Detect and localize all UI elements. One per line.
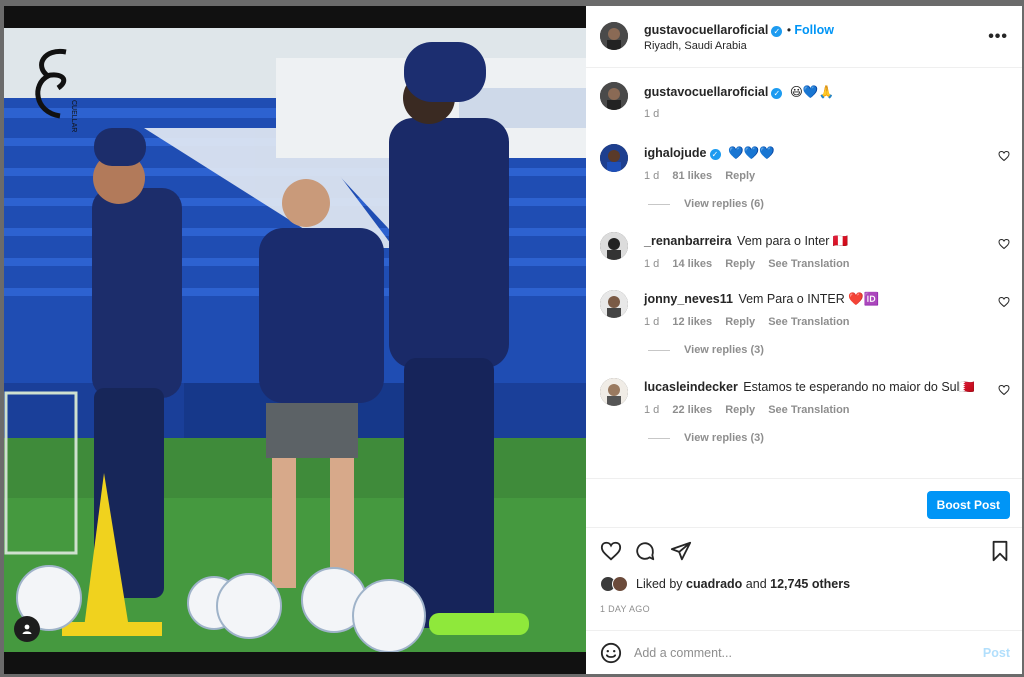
comment-text: Vem para o Inter 🇵🇪: [737, 234, 849, 248]
brand-mark: CUELLAR: [70, 100, 77, 132]
follow-button[interactable]: Follow: [794, 23, 834, 37]
comment-text: 💙💙💙: [727, 146, 775, 160]
reply-button[interactable]: Reply: [725, 258, 755, 270]
comment-time[interactable]: 1 d: [644, 404, 659, 416]
liked-by-prefix: Liked by: [636, 577, 683, 591]
see-translation-button[interactable]: See Translation: [768, 316, 849, 328]
see-translation-button[interactable]: See Translation: [768, 404, 849, 416]
verified-badge-icon: ✓: [771, 88, 783, 99]
like-comment-heart-icon[interactable]: [998, 296, 1010, 308]
view-replies-label: View replies (6): [684, 198, 764, 210]
emoji-icon[interactable]: [600, 642, 622, 664]
tagged-people-icon[interactable]: [14, 616, 40, 642]
comment-time[interactable]: 1 d: [644, 258, 659, 270]
comment-avatar[interactable]: [600, 378, 628, 406]
comment-likes[interactable]: 14 likes: [672, 258, 712, 270]
post-photo[interactable]: CUELLAR: [4, 28, 586, 652]
letterbox-bottom: [4, 652, 586, 674]
comment-avatar[interactable]: [600, 144, 628, 172]
view-replies-button[interactable]: View replies (3): [648, 432, 764, 444]
comment-input[interactable]: Add a comment...: [634, 646, 732, 660]
post-comment-button[interactable]: Post: [983, 646, 1010, 660]
comment-text: Vem Para o INTER ❤️🆔: [738, 292, 880, 306]
liked-by-user[interactable]: cuadrado: [686, 577, 742, 591]
comment-likes[interactable]: 12 likes: [672, 316, 712, 328]
caption-text: 😃💙🙏: [789, 85, 835, 99]
liked-by-others[interactable]: 12,745 others: [770, 577, 850, 591]
post-location[interactable]: Riyadh, Saudi Arabia: [644, 40, 747, 52]
comment-text: Estamos te esperando no maior do Sul🇧🇭: [743, 380, 975, 394]
comment-username[interactable]: lucasleindecker: [644, 380, 738, 394]
view-replies-button[interactable]: View replies (6): [648, 198, 764, 210]
comment-username[interactable]: _renanbarreira: [644, 234, 732, 248]
replies-line: [648, 349, 670, 351]
post-header: gustavocuellaroficial ✓ • Follow Riyadh, …: [586, 6, 1022, 68]
reply-button[interactable]: Reply: [725, 316, 755, 328]
comment-time[interactable]: 1 d: [644, 170, 659, 182]
comment-likes[interactable]: 22 likes: [672, 404, 712, 416]
comment-username[interactable]: jonny_neves11: [644, 292, 733, 306]
boost-post-button[interactable]: Boost Post: [926, 491, 1010, 519]
post-details-panel: gustavocuellaroficial ✓ • Follow Riyadh, …: [586, 6, 1022, 674]
comment-icon[interactable]: [634, 540, 656, 562]
author-username[interactable]: gustavocuellaroficial: [644, 23, 768, 37]
caption-avatar[interactable]: [600, 82, 628, 110]
post-actions: [586, 536, 1022, 570]
instagram-post-modal: CUELLAR gustavocuellaroficial ✓ • Follow …: [0, 0, 1024, 677]
like-comment-heart-icon[interactable]: [998, 238, 1010, 250]
view-replies-label: View replies (3): [684, 432, 764, 444]
comment-likes[interactable]: 81 likes: [672, 170, 712, 182]
caption-username[interactable]: gustavocuellaroficial: [644, 85, 768, 99]
comment-avatar[interactable]: [600, 290, 628, 318]
liker-avatars: [600, 576, 630, 592]
caption-time[interactable]: 1 d: [644, 108, 659, 120]
like-comment-heart-icon[interactable]: [998, 384, 1010, 396]
reply-button[interactable]: Reply: [725, 170, 755, 182]
view-replies-button[interactable]: View replies (3): [648, 344, 764, 356]
comments-list[interactable]: gustavocuellaroficial ✓ 😃💙🙏 1 d ighalojud…: [586, 68, 1022, 468]
liked-by-middle: and: [745, 577, 767, 591]
comment-time[interactable]: 1 d: [644, 316, 659, 328]
view-replies-label: View replies (3): [684, 344, 764, 356]
add-comment-bar: Add a comment... Post: [586, 630, 1022, 674]
boost-section: Boost Post: [586, 478, 1022, 528]
save-bookmark-icon[interactable]: [990, 540, 1010, 562]
replies-line: [648, 437, 670, 439]
verified-badge-icon: ✓: [771, 26, 783, 37]
likes-summary[interactable]: Liked by cuadrado and 12,745 others: [600, 576, 850, 592]
like-heart-icon[interactable]: [600, 540, 622, 562]
replies-line: [648, 203, 670, 205]
like-comment-heart-icon[interactable]: [998, 150, 1010, 162]
post-media[interactable]: CUELLAR: [4, 6, 586, 674]
author-avatar[interactable]: [600, 22, 628, 50]
see-translation-button[interactable]: See Translation: [768, 258, 849, 270]
comment-username[interactable]: ighalojude: [644, 146, 707, 160]
more-options-icon[interactable]: •••: [988, 28, 1008, 46]
comment-avatar[interactable]: [600, 232, 628, 260]
share-send-icon[interactable]: [670, 540, 692, 562]
verified-badge-icon: ✓: [709, 149, 721, 160]
reply-button[interactable]: Reply: [725, 404, 755, 416]
post-timestamp[interactable]: 1 DAY AGO: [600, 604, 650, 614]
letterbox-top: [4, 6, 586, 28]
